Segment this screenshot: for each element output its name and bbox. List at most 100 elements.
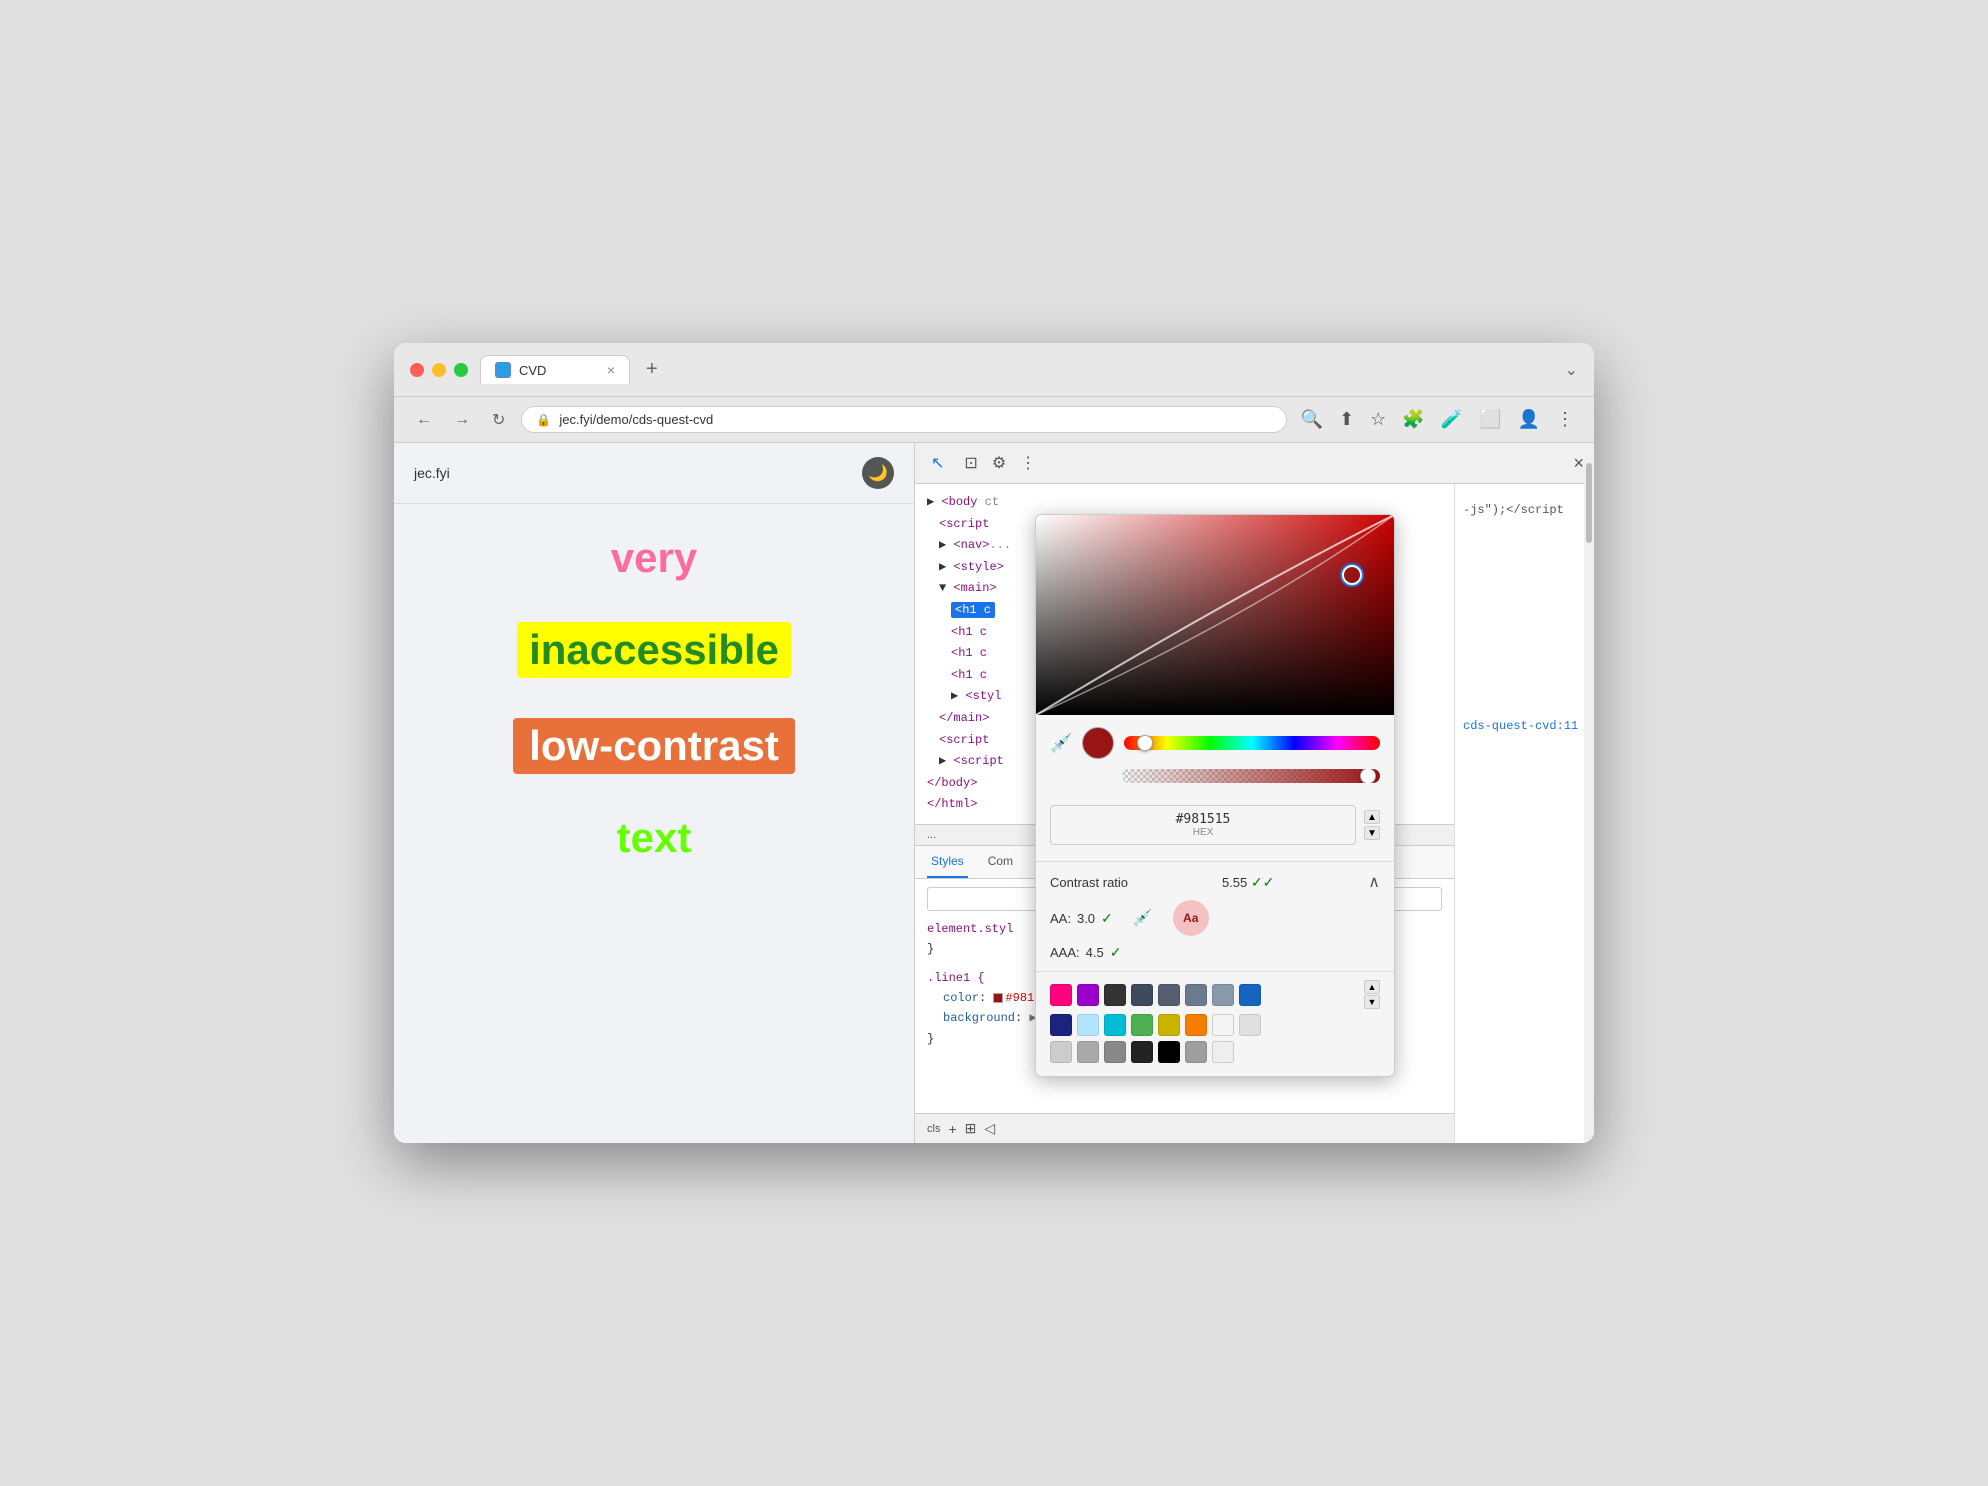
color-swatch[interactable] bbox=[1212, 1014, 1234, 1036]
alpha-slider-thumb[interactable] bbox=[1360, 769, 1376, 783]
code-line bbox=[1463, 522, 1586, 544]
minimize-window-button[interactable] bbox=[432, 363, 446, 377]
color-preview-circle bbox=[1082, 727, 1114, 759]
color-swatch[interactable] bbox=[1104, 1041, 1126, 1063]
color-swatch[interactable] bbox=[1185, 1041, 1207, 1063]
color-swatch[interactable] bbox=[1158, 984, 1180, 1006]
devtools-scrollbar[interactable] bbox=[1584, 484, 1594, 1143]
eyedropper-button[interactable]: 💉 bbox=[1050, 733, 1072, 754]
devtools-more-button[interactable]: ⋮ bbox=[1014, 449, 1042, 477]
webpage-panel: jec.fyi 🌙 very inaccessible low-contrast… bbox=[394, 443, 914, 1143]
swatches-up-button[interactable]: ▲ bbox=[1364, 980, 1380, 994]
address-input[interactable]: 🔒 jec.fyi/demo/cds-quest-cvd bbox=[521, 406, 1286, 433]
contrast-collapse-button[interactable]: ∧ bbox=[1368, 872, 1380, 892]
devtools-toolbar: ↖ ⊡ ⚙ ⋮ × bbox=[915, 443, 1594, 484]
color-swatch[interactable] bbox=[1077, 984, 1099, 1006]
back-button[interactable]: ← bbox=[410, 407, 438, 433]
contrast-check-icon: ✓✓ bbox=[1251, 874, 1274, 890]
lab-icon[interactable]: 🧪 bbox=[1437, 405, 1467, 434]
color-gradient-area[interactable] bbox=[1036, 515, 1394, 715]
color-swatch[interactable] bbox=[1104, 984, 1126, 1006]
aa-level: AA: 3.0 ✓ bbox=[1050, 900, 1113, 936]
color-swatch[interactable] bbox=[1158, 1041, 1180, 1063]
color-swatch[interactable] bbox=[1131, 1014, 1153, 1036]
browser-tab[interactable]: 🌐 CVD × bbox=[480, 355, 630, 384]
color-swatch[interactable] bbox=[1239, 984, 1261, 1006]
alpha-slider[interactable] bbox=[1122, 769, 1380, 783]
color-swatch[interactable] bbox=[1104, 1014, 1126, 1036]
color-swatch[interactable] bbox=[1050, 1041, 1072, 1063]
scrollbar-thumb[interactable] bbox=[1586, 484, 1592, 543]
hex-input-wrapper[interactable]: #981515 HEX bbox=[1050, 805, 1356, 845]
new-tab-button[interactable]: + bbox=[638, 356, 666, 383]
color-swatch[interactable] bbox=[1077, 1014, 1099, 1036]
bookmark-icon[interactable]: ☆ bbox=[1366, 405, 1390, 434]
search-icon[interactable]: 🔍 bbox=[1297, 405, 1327, 434]
dark-mode-button[interactable]: 🌙 bbox=[862, 457, 894, 489]
code-line: -js");</script bbox=[1463, 500, 1586, 522]
element-bar-ellipsis: ... bbox=[927, 829, 936, 841]
maximize-window-button[interactable] bbox=[454, 363, 468, 377]
hex-decrement-button[interactable]: ▼ bbox=[1364, 826, 1380, 840]
color-swatch[interactable] bbox=[1185, 1014, 1207, 1036]
devtools-settings-button[interactable]: ⚙ bbox=[992, 453, 1006, 473]
hue-slider-thumb[interactable] bbox=[1137, 735, 1153, 751]
webpage-header: jec.fyi 🌙 bbox=[394, 443, 914, 504]
contrast-value: 5.55 ✓✓ bbox=[1222, 874, 1274, 891]
hex-value: #981515 bbox=[1176, 812, 1231, 827]
lock-icon: 🔒 bbox=[536, 413, 551, 427]
computed-tab[interactable]: Com bbox=[984, 846, 1017, 878]
share-icon[interactable]: ⬆ bbox=[1335, 405, 1358, 434]
color-swatch[interactable] bbox=[1239, 1014, 1261, 1036]
copy-style-button[interactable]: ⊞ bbox=[965, 1120, 977, 1137]
swatches-row-1: ▲ ▼ bbox=[1050, 980, 1380, 1009]
contrast-section: Contrast ratio 5.55 ✓✓ ∧ AA: 3 bbox=[1036, 861, 1394, 971]
address-bar: ← → ↻ 🔒 jec.fyi/demo/cds-quest-cvd 🔍 ⬆ ☆… bbox=[394, 397, 1594, 443]
forward-button[interactable]: → bbox=[448, 407, 476, 433]
extension-icon[interactable]: 🧩 bbox=[1398, 405, 1428, 434]
aa-label: AA: bbox=[1050, 911, 1071, 926]
color-swatch[interactable] bbox=[1212, 1041, 1234, 1063]
swatches-section: ▲ ▼ bbox=[1036, 971, 1394, 1076]
devtools-bottom-bar: cls + ⊞ ◁ bbox=[915, 1113, 1454, 1143]
toolbar-icons: 🔍 ⬆ ☆ 🧩 🧪 ⬜ 👤 ⋮ bbox=[1297, 405, 1578, 434]
more-options-icon[interactable]: ⋮ bbox=[1552, 405, 1578, 434]
color-swatch[interactable] bbox=[1158, 1014, 1180, 1036]
hex-increment-button[interactable]: ▲ bbox=[1364, 810, 1380, 824]
color-swatch[interactable] bbox=[1212, 984, 1234, 1006]
browser-content: jec.fyi 🌙 very inaccessible low-contrast… bbox=[394, 443, 1594, 1143]
webpage-content: very inaccessible low-contrast text bbox=[394, 504, 914, 1143]
sidebar-icon[interactable]: ⬜ bbox=[1475, 405, 1505, 434]
cursor-tool-button[interactable]: ↖ bbox=[925, 449, 950, 477]
tab-menu-button[interactable]: ⌄ bbox=[1565, 360, 1578, 380]
color-swatch-color[interactable] bbox=[993, 993, 1003, 1003]
text-inaccessible: inaccessible bbox=[517, 622, 791, 678]
devtools-content-area: ▶ <body ct <script ▶ <nav>... ▶ <style> … bbox=[915, 484, 1594, 1143]
tab-favicon: 🌐 bbox=[495, 362, 511, 378]
color-swatch[interactable] bbox=[1050, 1014, 1072, 1036]
color-swatch[interactable] bbox=[1185, 984, 1207, 1006]
styles-tab[interactable]: Styles bbox=[927, 846, 968, 878]
tree-line[interactable]: ▶ <body ct bbox=[927, 492, 1442, 514]
swatches-down-button[interactable]: ▼ bbox=[1364, 995, 1380, 1009]
color-swatch[interactable] bbox=[1077, 1041, 1099, 1063]
address-url: jec.fyi/demo/cds-quest-cvd bbox=[559, 412, 713, 427]
color-swatch[interactable] bbox=[1050, 984, 1072, 1006]
toggle-sidebar-button[interactable]: ◁ bbox=[984, 1120, 995, 1137]
browser-window: 🌐 CVD × + ⌄ ← → ↻ 🔒 jec.fyi/demo/cds-que… bbox=[394, 343, 1594, 1143]
hue-slider[interactable] bbox=[1124, 736, 1380, 750]
devtools-close-button[interactable]: × bbox=[1573, 453, 1584, 474]
refresh-button[interactable]: ↻ bbox=[486, 406, 511, 434]
color-swatch[interactable] bbox=[1131, 1041, 1153, 1063]
device-tool-button[interactable]: ⊡ bbox=[958, 449, 983, 477]
close-window-button[interactable] bbox=[410, 363, 424, 377]
code-line bbox=[1463, 565, 1586, 587]
devtools-panel: ↖ ⊡ ⚙ ⋮ × ▶ <body ct <script ▶ <nav>... … bbox=[914, 443, 1594, 1143]
tab-close-button[interactable]: × bbox=[607, 362, 615, 378]
add-style-button[interactable]: + bbox=[948, 1121, 956, 1137]
contrast-eyedropper-button[interactable]: 💉 bbox=[1133, 900, 1153, 936]
color-swatch[interactable] bbox=[1131, 984, 1153, 1006]
color-picker-handle[interactable] bbox=[1342, 565, 1362, 585]
code-line bbox=[1463, 608, 1586, 630]
profile-icon[interactable]: 👤 bbox=[1514, 405, 1544, 434]
